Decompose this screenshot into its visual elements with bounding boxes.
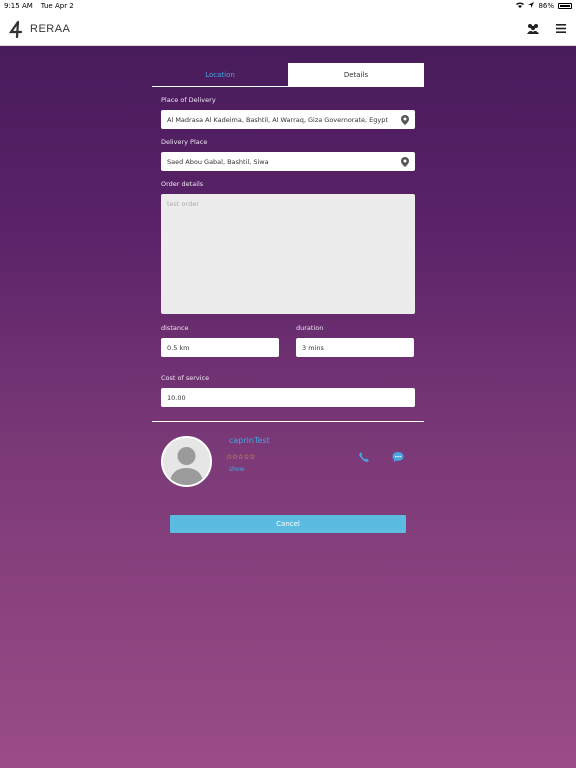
delivery-place-value: Saed Abou Gabal, Bashtil, Siwa — [167, 157, 269, 166]
distance-label: distance — [161, 324, 189, 332]
wifi-icon — [516, 2, 525, 10]
driver-card: caprinTest ☆☆☆☆☆ show — [161, 436, 415, 488]
cost-field[interactable]: 10.00 — [161, 388, 415, 407]
battery-percent: 86% — [538, 2, 554, 10]
app-header: RERAA — [0, 12, 576, 46]
location-pin-icon[interactable] — [401, 115, 409, 125]
avatar — [161, 436, 212, 487]
chat-icon[interactable] — [392, 448, 404, 462]
cost-label: Cost of service — [161, 374, 210, 382]
cancel-button[interactable]: Cancel — [170, 515, 406, 533]
delivery-place-field[interactable]: Saed Abou Gabal, Bashtil, Siwa — [161, 152, 415, 171]
tab-details[interactable]: Details — [288, 63, 424, 86]
driver-name[interactable]: caprinTest — [229, 436, 270, 445]
driver-status[interactable]: show — [229, 466, 245, 473]
rating-stars: ☆☆☆☆☆ — [226, 453, 255, 461]
logo-icon — [8, 20, 26, 38]
order-details-label: Order details — [161, 180, 204, 188]
duration-label: duration — [296, 324, 324, 332]
phone-icon[interactable] — [358, 448, 370, 462]
order-form: Place of Delivery Al Madrasa Al Kadeima,… — [161, 96, 415, 407]
distance-field[interactable]: 0.5 km — [161, 338, 279, 357]
divider — [152, 421, 424, 422]
place-of-delivery-value: Al Madrasa Al Kadeima, Bashtil, Al Warra… — [167, 115, 388, 124]
group-icon[interactable] — [526, 22, 540, 36]
delivery-place-label: Delivery Place — [161, 138, 208, 146]
place-of-delivery-field[interactable]: Al Madrasa Al Kadeima, Bashtil, Al Warra… — [161, 110, 415, 129]
tab-location[interactable]: Location — [152, 63, 288, 86]
status-time: 9:15 AM — [4, 2, 33, 10]
status-bar: 9:15 AM Tue Apr 2 86% — [0, 0, 576, 12]
order-details-textarea[interactable]: test order — [161, 194, 415, 314]
place-of-delivery-label: Place of Delivery — [161, 96, 216, 104]
location-arrow-icon — [528, 2, 535, 10]
tabs: Location Details — [152, 63, 424, 87]
status-date: Tue Apr 2 — [40, 2, 74, 10]
location-pin-icon[interactable] — [401, 157, 409, 167]
brand-name: RERAA — [30, 22, 71, 35]
logo[interactable]: RERAA — [8, 20, 70, 38]
battery-icon — [558, 3, 572, 9]
duration-field[interactable]: 3 mins — [296, 338, 414, 357]
menu-icon[interactable] — [554, 22, 568, 36]
